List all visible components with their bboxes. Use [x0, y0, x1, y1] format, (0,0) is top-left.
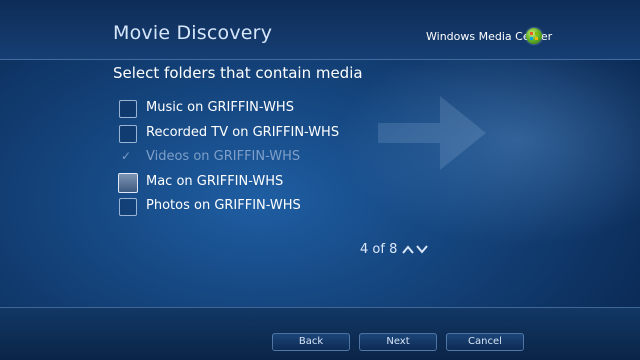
cancel-button[interactable]: Cancel	[446, 333, 524, 351]
checkbox[interactable]	[119, 100, 137, 118]
folder-item-music[interactable]: Music on GRIFFIN-WHS	[119, 100, 399, 120]
folder-item-mac[interactable]: Mac on GRIFFIN-WHS	[118, 173, 399, 194]
checkbox[interactable]	[118, 173, 138, 193]
instruction-heading: Select folders that contain media	[113, 64, 363, 82]
folder-label: Mac on GRIFFIN-WHS	[146, 174, 284, 189]
folder-label: Videos on GRIFFIN-WHS	[146, 149, 301, 164]
back-button[interactable]: Back	[272, 333, 350, 351]
checkmark-icon: ✓	[121, 149, 132, 163]
folder-label: Music on GRIFFIN-WHS	[146, 100, 294, 115]
page-title: Movie Discovery	[113, 22, 273, 44]
folder-item-videos: ✓ Videos on GRIFFIN-WHS	[119, 149, 399, 169]
folder-item-photos[interactable]: Photos on GRIFFIN-WHS	[119, 198, 399, 218]
checkbox[interactable]	[119, 198, 137, 216]
folder-label: Recorded TV on GRIFFIN-WHS	[146, 125, 340, 140]
folder-label: Photos on GRIFFIN-WHS	[146, 198, 301, 213]
folder-item-recorded-tv[interactable]: Recorded TV on GRIFFIN-WHS	[119, 125, 399, 145]
windows-media-center-logo-icon	[526, 28, 542, 44]
chevron-down-icon[interactable]	[416, 245, 428, 254]
media-center-screen: Movie Discovery Windows Media Center Sel…	[0, 0, 640, 360]
next-button[interactable]: Next	[359, 333, 437, 351]
chevron-up-icon[interactable]	[402, 245, 414, 254]
checkbox[interactable]	[119, 125, 137, 143]
pager-count: 4 of 8	[360, 242, 398, 257]
